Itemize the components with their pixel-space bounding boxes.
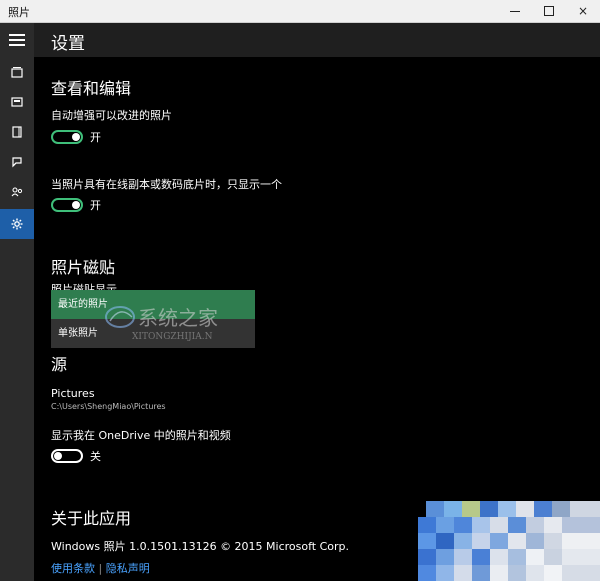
- onedrive-toggle[interactable]: [51, 449, 83, 463]
- folder-icon: [12, 126, 22, 138]
- source-folder-name[interactable]: Pictures: [51, 387, 95, 400]
- duplicates-label: 当照片具有在线副本或数码底片时，只显示一个: [51, 178, 282, 191]
- story-remix-icon: [12, 157, 22, 168]
- album-icon: [11, 97, 23, 107]
- sources-heading: 源: [51, 355, 68, 374]
- maximize-button[interactable]: [532, 0, 566, 22]
- auto-enhance-label: 自动增强可以改进的照片: [51, 109, 172, 122]
- navigation-rail: [0, 23, 34, 581]
- window-title: 照片: [8, 6, 30, 19]
- minimize-icon: [510, 10, 520, 12]
- rail-item-settings[interactable]: [0, 209, 34, 239]
- tile-heading: 照片磁贴: [51, 258, 116, 277]
- people-icon: [11, 187, 23, 197]
- about-links: 使用条款 | 隐私声明: [51, 560, 150, 576]
- collection-icon: [11, 67, 23, 78]
- rail-item-collection[interactable]: [0, 57, 34, 87]
- app-window: 照片 × 设置 查看和编辑 自动增强可以改进的照片 开 当照片具有在线副本或数码…: [0, 0, 600, 581]
- toggle-knob: [72, 201, 80, 209]
- terms-link[interactable]: 使用条款: [51, 562, 95, 575]
- version-text: Windows 照片 1.0.1501.13126 © 2015 Microso…: [51, 540, 350, 553]
- settings-content: 查看和编辑 自动增强可以改进的照片 开 当照片具有在线副本或数码底片时，只显示一…: [34, 57, 600, 581]
- minimize-button[interactable]: [498, 0, 532, 22]
- mosaic-blur: [418, 501, 600, 581]
- view-edit-heading: 查看和编辑: [51, 79, 132, 98]
- duplicates-toggle[interactable]: [51, 198, 83, 212]
- auto-enhance-state: 开: [90, 131, 101, 144]
- page-header: 设置: [34, 23, 600, 57]
- onedrive-state: 关: [90, 450, 101, 463]
- hamburger-menu-button[interactable]: [0, 25, 34, 55]
- gear-icon: [11, 218, 23, 230]
- rail-item-album[interactable]: [0, 87, 34, 117]
- page-title: 设置: [51, 34, 85, 54]
- about-heading: 关于此应用: [51, 509, 132, 528]
- duplicates-state: 开: [90, 199, 101, 212]
- maximize-icon: [544, 6, 554, 16]
- close-button[interactable]: ×: [566, 0, 600, 22]
- tile-option-single[interactable]: 单张照片: [51, 319, 255, 348]
- source-folder-path: C:\Users\ShengMiao\Pictures: [51, 402, 166, 411]
- toggle-knob: [72, 133, 80, 141]
- rail-item-folder[interactable]: [0, 117, 34, 147]
- close-icon: ×: [577, 4, 589, 18]
- privacy-link[interactable]: 隐私声明: [106, 562, 150, 575]
- title-bar: 照片 ×: [0, 0, 600, 23]
- link-separator: |: [98, 562, 103, 575]
- tile-display-label: 照片磁贴显示: [51, 283, 117, 290]
- auto-enhance-toggle[interactable]: [51, 130, 83, 144]
- tile-dropdown-list: 最近的照片 单张照片: [51, 290, 255, 348]
- rail-item-story-remix[interactable]: [0, 147, 34, 177]
- hamburger-icon: [9, 31, 25, 49]
- tile-option-recent[interactable]: 最近的照片: [51, 290, 255, 319]
- rail-item-people[interactable]: [0, 177, 34, 207]
- toggle-knob: [54, 452, 62, 460]
- onedrive-label: 显示我在 OneDrive 中的照片和视频: [51, 429, 231, 442]
